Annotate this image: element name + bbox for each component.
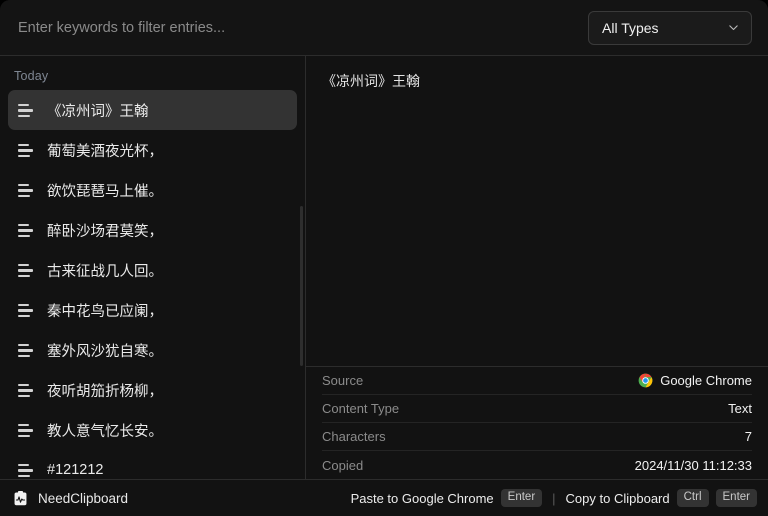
lines-icon: [16, 180, 36, 200]
metadata-label: Source: [322, 373, 364, 388]
list-item[interactable]: 教人意气忆长安。: [8, 410, 297, 450]
metadata-row: Content Type Text: [322, 395, 752, 423]
type-filter-dropdown[interactable]: All Types: [588, 10, 752, 45]
toolbar: All Types: [0, 0, 768, 56]
chevron-down-icon: [729, 25, 738, 31]
list-item-label: 葡萄美酒夜光杯，: [47, 143, 163, 160]
metadata-row: Source Google Chrome: [322, 367, 752, 395]
lines-icon: [16, 220, 36, 240]
metadata-value: Google Chrome: [638, 373, 752, 388]
list-item-label: 欲饮琵琶马上催。: [47, 183, 163, 200]
status-bar: NeedClipboard Paste to Google Chrome Ent…: [0, 479, 768, 516]
metadata-value: 2024/11/30 11:12:33: [635, 458, 752, 473]
metadata-value-text: 7: [744, 429, 752, 444]
list-item-label: #121212: [47, 462, 104, 478]
search-input[interactable]: [16, 7, 588, 48]
list-item-label: 塞外风沙犹自寒。: [47, 343, 163, 360]
shortcut-hints: Paste to Google Chrome Enter | Copy to C…: [351, 488, 757, 508]
list-item-label: 古来征战几人回。: [47, 263, 163, 280]
list-item-label: 醉卧沙场君莫笑，: [47, 223, 163, 240]
shortcut-separator: |: [552, 490, 556, 506]
metadata-label: Characters: [322, 429, 386, 444]
metadata-label: Copied: [322, 457, 364, 473]
copy-action-label[interactable]: Copy to Clipboard: [566, 491, 670, 506]
list-item[interactable]: 醉卧沙场君莫笑，: [8, 210, 297, 250]
metadata-value-text: Text: [728, 401, 752, 416]
list-item[interactable]: 欲饮琵琶马上催。: [8, 170, 297, 210]
lines-icon: [16, 100, 36, 120]
lines-icon: [16, 420, 36, 440]
metadata-value-text: Google Chrome: [660, 373, 752, 388]
paste-key-enter[interactable]: Enter: [500, 488, 543, 508]
list-group-header: Today: [14, 69, 49, 83]
metadata-row: Copied 2024/11/30 11:12:33: [322, 451, 752, 479]
list-item[interactable]: 葡萄美酒夜光杯，: [8, 130, 297, 170]
metadata-row: Characters 7: [322, 423, 752, 451]
main-area: Today 《凉州词》王翰 葡萄美酒夜光杯， 欲饮琵琶马上催。 醉卧沙场君莫笑， 古来征…: [0, 56, 768, 479]
clipboard-icon: [14, 490, 27, 505]
metadata-value: Text: [728, 401, 752, 416]
list-item-label: 《凉州词》王翰: [47, 103, 149, 120]
list-item[interactable]: 秦中花鸟已应阑，: [8, 290, 297, 330]
list-item[interactable]: 夜听胡笳折杨柳，: [8, 370, 297, 410]
copy-key-ctrl[interactable]: Ctrl: [676, 488, 709, 508]
list-item-label: 夜听胡笳折杨柳，: [47, 383, 163, 400]
list-item[interactable]: 古来征战几人回。: [8, 250, 297, 290]
metadata-value: 7: [745, 429, 752, 444]
lines-icon: [16, 140, 36, 160]
entry-list: 《凉州词》王翰 葡萄美酒夜光杯， 欲饮琵琶马上催。 醉卧沙场君莫笑， 古来征战几人回。秦…: [0, 90, 305, 479]
type-filter-label: All Types: [602, 19, 659, 36]
chrome-icon: [638, 373, 653, 388]
app-name: NeedClipboard: [38, 490, 129, 506]
lines-icon: [16, 340, 36, 360]
list-item[interactable]: 塞外风沙犹自寒。: [8, 330, 297, 370]
app-brand: NeedClipboard: [12, 490, 128, 507]
copy-key-enter[interactable]: Enter: [715, 488, 757, 508]
lines-icon: [16, 380, 36, 400]
clipboard-manager-window: All Types Today 《凉州词》王翰葡萄美酒夜光杯，欲饮琵琶马上催。醉…: [0, 0, 768, 516]
list-item-label: 秦中花鸟已应阑，: [47, 303, 163, 320]
lines-icon: [16, 300, 36, 320]
metadata-table: Source Google Chrome Content Type Text Chara…: [306, 366, 768, 479]
detail-content-text: 《凉州词》王翰: [322, 73, 420, 89]
lines-icon: [16, 460, 36, 479]
list-item[interactable]: #121212: [8, 450, 297, 479]
paste-action-label[interactable]: Paste to Google Chrome: [351, 491, 494, 506]
lines-icon: [16, 260, 36, 280]
list-item[interactable]: 《凉州词》王翰: [8, 90, 297, 130]
list-item-label: 教人意气忆长安。: [47, 423, 163, 440]
list-scrollbar[interactable]: [300, 206, 303, 366]
entry-list-pane: Today 《凉州词》王翰 葡萄美酒夜光杯， 欲饮琵琶马上催。 醉卧沙场君莫笑， 古来征…: [0, 56, 306, 479]
detail-pane: 《凉州词》王翰 Source Google Chrome Content Type T…: [306, 56, 768, 479]
metadata-label: Content Type: [322, 401, 400, 416]
metadata-value-text: 2024/11/30 11:12:33: [634, 457, 752, 473]
